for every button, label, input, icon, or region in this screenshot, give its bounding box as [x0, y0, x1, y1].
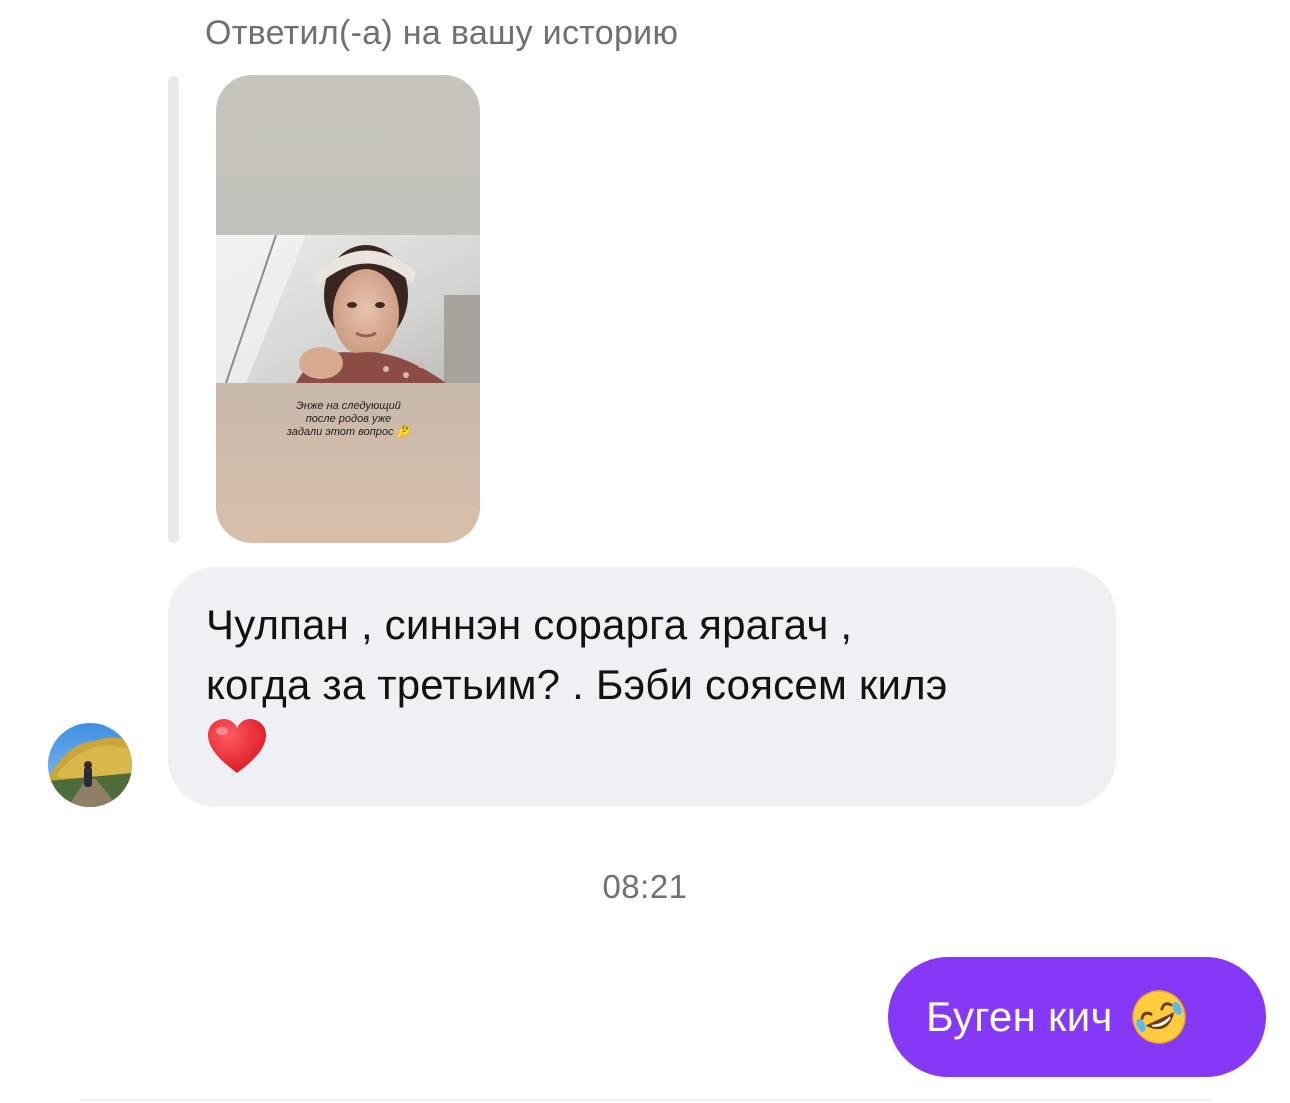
story-reply-label: Ответил(-а) на вашу историю	[205, 14, 679, 52]
chat-thread: Ответил(-а) на вашу историю Энже на след…	[0, 0, 1290, 1103]
story-photo-image	[216, 235, 480, 383]
incoming-message-text: Чулпан , синнэн сорарга ярагач , когда з…	[206, 601, 948, 708]
message-timestamp: 08:21	[602, 868, 688, 905]
rolling-on-floor-laughing-icon	[1131, 990, 1186, 1044]
sender-avatar[interactable]	[48, 723, 132, 807]
outgoing-message-bubble[interactable]: Буген кич	[888, 957, 1266, 1077]
avatar-image	[48, 723, 132, 807]
incoming-message-bubble[interactable]: Чулпан , синнэн сорарга ярагач , когда з…	[168, 567, 1116, 807]
outgoing-message-text: Буген кич	[926, 993, 1113, 1040]
story-caption: Энже на следующий после родов уже задали…	[286, 400, 411, 438]
story-thumbnail[interactable]: Энже на следующий после родов уже задали…	[216, 75, 480, 543]
heart-emoji-icon	[208, 719, 266, 773]
reply-quote-bar	[168, 76, 179, 543]
story-photo	[216, 235, 480, 383]
composer-divider	[80, 1099, 1210, 1101]
